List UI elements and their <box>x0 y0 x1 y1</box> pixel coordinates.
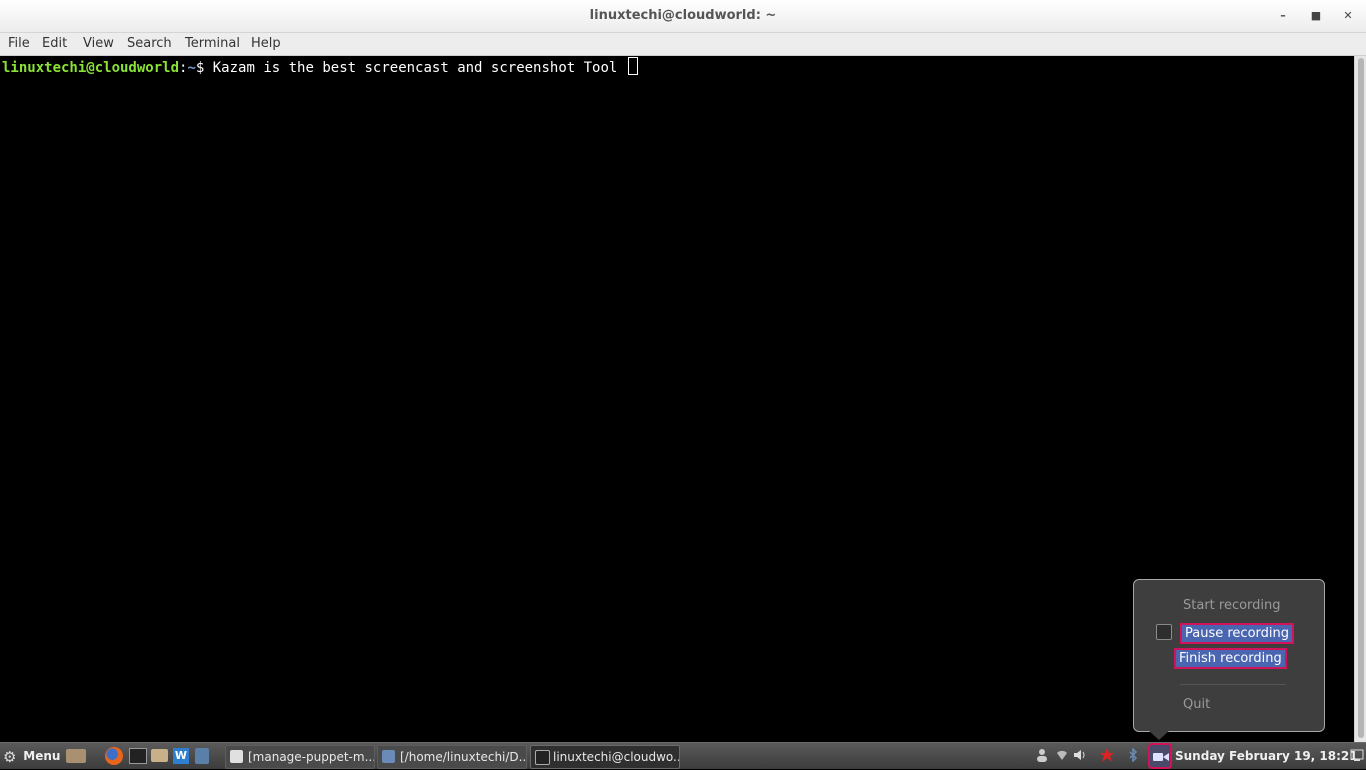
folder-icon <box>151 749 168 762</box>
menu-terminal[interactable]: Terminal <box>185 36 240 51</box>
prompt-user: linuxtechi@cloudworld <box>2 60 180 76</box>
minimize-icon[interactable]: – <box>1274 8 1292 24</box>
kazam-indicator-menu: Start recording Pause recording Finish r… <box>1133 579 1325 732</box>
terminal-icon <box>129 748 147 764</box>
terminal-launcher[interactable] <box>129 743 147 769</box>
firefox-launcher[interactable] <box>105 743 123 769</box>
document-icon <box>230 750 243 763</box>
update-manager-icon[interactable] <box>1100 748 1114 762</box>
menu-search[interactable]: Search <box>127 36 172 51</box>
maximize-icon[interactable]: ■ <box>1307 8 1325 24</box>
scrollbar-thumb[interactable] <box>1358 58 1364 738</box>
writer-icon: W <box>173 748 189 764</box>
folder-launcher[interactable] <box>151 743 168 769</box>
editor-icon <box>195 748 209 764</box>
editor-icon <box>382 750 395 763</box>
video-camera-icon <box>1153 753 1169 761</box>
window-title: linuxtechi@cloudworld: ~ <box>589 8 777 23</box>
menu-button[interactable]: ⚙ Menu <box>3 743 60 769</box>
terminal-icon <box>535 750 550 765</box>
user-icon[interactable] <box>1035 748 1049 762</box>
close-icon[interactable]: ✕ <box>1339 8 1357 24</box>
taskbar-item-label: [/home/linuxtechi/D... <box>400 750 527 764</box>
taskbar-item[interactable]: [/home/linuxtechi/D... <box>377 745 527 769</box>
quit-item[interactable]: Quit <box>1183 697 1210 712</box>
bottom-panel: ⚙ Menu W [manage-puppet-m... [/home/linu… <box>0 742 1366 769</box>
firefox-icon <box>105 747 123 765</box>
terminal-scrollbar[interactable] <box>1354 56 1366 742</box>
taskbar-item-active[interactable]: linuxtechi@cloudwo... <box>530 745 680 769</box>
writer-launcher[interactable]: W <box>173 743 189 769</box>
title-bar[interactable]: linuxtechi@cloudworld: ~ – ■ ✕ <box>0 0 1366 33</box>
taskbar-item[interactable]: [manage-puppet-m... <box>225 745 375 769</box>
show-desktop-icon[interactable] <box>1350 748 1364 762</box>
popup-pointer <box>1148 730 1170 740</box>
gear-icon: ⚙ <box>3 747 17 766</box>
editor-launcher[interactable] <box>195 743 209 769</box>
bluetooth-icon[interactable] <box>1126 747 1140 763</box>
network-icon[interactable] <box>1055 748 1069 762</box>
terminal-line: linuxtechi@cloudworld:~$ Kazam is the be… <box>2 57 638 76</box>
file-manager-launcher[interactable] <box>66 743 86 769</box>
start-recording-item: Start recording <box>1183 598 1281 613</box>
menu-help[interactable]: Help <box>251 36 281 51</box>
clock[interactable]: Sunday February 19, 18:21 <box>1175 743 1358 769</box>
menu-view[interactable]: View <box>83 36 114 51</box>
kazam-tray-button[interactable] <box>1148 743 1172 769</box>
menu-separator <box>1180 684 1286 685</box>
menu-file[interactable]: File <box>8 36 30 51</box>
finish-recording-item[interactable]: Finish recording <box>1174 648 1287 669</box>
pause-recording-item[interactable]: Pause recording <box>1180 623 1294 644</box>
pause-recording-checkbox[interactable] <box>1156 624 1172 640</box>
prompt-path: ~ <box>187 60 196 76</box>
menu-edit[interactable]: Edit <box>42 36 67 51</box>
menu-button-label: Menu <box>23 749 61 763</box>
volume-icon[interactable] <box>1073 748 1087 762</box>
command-text: Kazam is the best screencast and screens… <box>204 60 626 76</box>
taskbar-item-label: linuxtechi@cloudwo... <box>553 750 680 764</box>
menu-bar: File Edit View Search Terminal Help <box>0 33 1366 56</box>
taskbar-item-label: [manage-puppet-m... <box>248 750 375 764</box>
home-folder-icon <box>66 749 86 763</box>
text-cursor <box>627 57 638 75</box>
